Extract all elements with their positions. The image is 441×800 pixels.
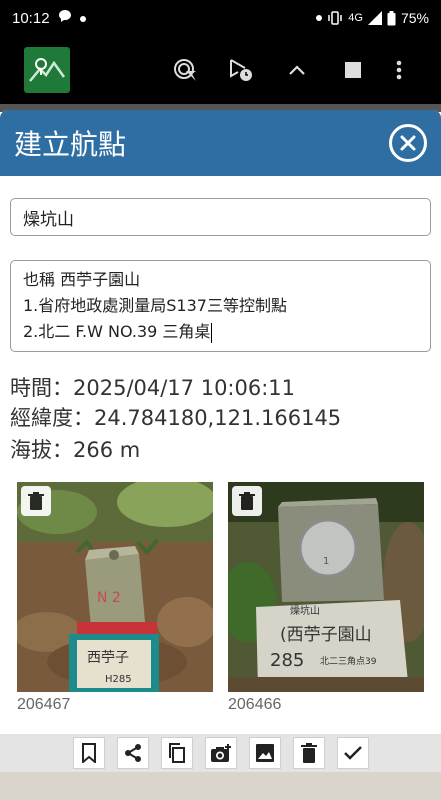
svg-text:北二三角点39: 北二三角点39	[320, 655, 377, 667]
photo-id-label: 206467	[17, 696, 71, 713]
gallery-icon	[255, 744, 274, 762]
app-logo-icon[interactable]	[24, 47, 70, 93]
signal-icon	[367, 11, 382, 25]
status-bar: 10:12 4G 75%	[0, 0, 441, 36]
confirm-button[interactable]	[336, 737, 369, 769]
waypoint-description-input[interactable]: 也稱 西苧子園山 1.省府地政處測量局S137三等控制點 2.北二 F.W NO…	[10, 260, 431, 352]
chat-bubble-icon	[58, 9, 72, 27]
svg-text:1: 1	[323, 556, 329, 567]
create-waypoint-dialog: 建立航點 燥坑山 也稱 西苧子園山 1.省府地政處測量局S137三等控制點 2.…	[0, 110, 441, 772]
close-button[interactable]	[389, 124, 427, 162]
waypoint-name-input[interactable]: 燥坑山	[10, 198, 431, 236]
delete-icon	[300, 743, 317, 763]
text-caret	[211, 322, 213, 343]
description-line: 1.省府地政處測量局S137三等控制點	[23, 296, 287, 315]
photo-thumbnail[interactable]: 1 燥坑山 (西苧子園山 285 北二三角点39	[228, 482, 424, 692]
svg-text:西苧子: 西苧子	[87, 650, 129, 666]
share-icon	[124, 744, 141, 762]
svg-text:燥坑山: 燥坑山	[290, 604, 320, 617]
copy-button[interactable]	[160, 737, 193, 769]
waypoint-name-value: 燥坑山	[23, 210, 74, 230]
route-timer-icon[interactable]	[213, 46, 269, 94]
delete-photo-button[interactable]	[21, 486, 51, 516]
close-icon	[400, 135, 416, 151]
photo-id-label: 206466	[228, 696, 282, 713]
dialog-title: 建立航點	[14, 128, 127, 161]
dialog-toolbar	[0, 734, 441, 772]
description-line: 也稱 西苧子園山	[23, 270, 141, 289]
bookmark-icon	[81, 743, 96, 763]
more-vert-icon[interactable]	[381, 46, 417, 94]
svg-text:285: 285	[270, 650, 304, 671]
bookmark-button[interactable]	[72, 737, 105, 769]
trash-icon	[28, 492, 44, 510]
stop-icon[interactable]	[325, 46, 381, 94]
add-photo-button[interactable]	[204, 737, 237, 769]
photo-thumbnail[interactable]: N 2 西苧子 H285	[17, 482, 213, 692]
time-info: 時間：2025/04/17 10:06:11	[10, 376, 296, 400]
app-bar	[0, 36, 441, 104]
status-time: 10:12	[12, 9, 50, 27]
trash-icon	[239, 492, 255, 510]
description-line-text: 2.北二 F.W NO.39 三角桌	[23, 322, 211, 341]
dot-icon	[316, 15, 323, 21]
share-button[interactable]	[116, 737, 149, 769]
map-background	[0, 772, 441, 800]
gps-locate-icon[interactable]	[157, 46, 213, 94]
delete-photo-button[interactable]	[232, 486, 262, 516]
dot-icon	[79, 10, 86, 26]
network-label: 4G	[348, 12, 363, 24]
altitude-info: 海拔：266 m	[10, 438, 141, 462]
dialog-header: 建立航點	[0, 110, 441, 176]
confirm-check-icon	[343, 746, 362, 760]
vibrate-icon	[327, 11, 343, 25]
svg-text:H285: H285	[105, 674, 132, 685]
description-line: 2.北二 F.W NO.39 三角桌	[23, 319, 418, 345]
svg-text:(西苧子園山: (西苧子園山	[280, 625, 372, 645]
battery-percent: 75%	[400, 10, 429, 26]
gallery-button[interactable]	[248, 737, 281, 769]
delete-button[interactable]	[292, 737, 325, 769]
svg-text:N 2: N 2	[97, 590, 121, 606]
battery-icon	[387, 10, 396, 26]
copy-icon	[168, 743, 185, 763]
coordinate-info: 經緯度：24.784180,121.166145	[10, 406, 342, 430]
chevron-up-icon[interactable]	[269, 46, 325, 94]
add-photo-icon	[210, 744, 231, 762]
